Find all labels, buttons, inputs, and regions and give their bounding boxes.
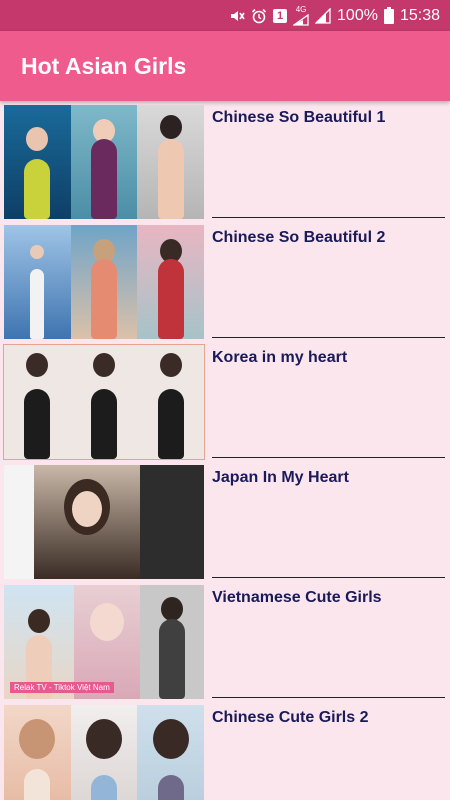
thumbnail-image[interactable] xyxy=(4,705,204,800)
thumbnail-image[interactable] xyxy=(4,465,204,579)
item-title[interactable]: Japan In My Heart xyxy=(212,469,349,487)
thumbnail-caption: Relak TV - Tiktok Việt Nam xyxy=(10,682,114,693)
thumbnail-image[interactable]: Relak TV - Tiktok Việt Nam xyxy=(4,585,204,699)
battery-icon xyxy=(383,7,394,24)
sim-icon: 1 xyxy=(273,8,288,23)
divider xyxy=(212,577,445,578)
list-item[interactable]: Chinese So Beautiful 2 xyxy=(0,223,450,343)
network-type-label: 4G xyxy=(295,4,307,14)
signal-icon xyxy=(315,7,331,24)
divider xyxy=(212,337,445,338)
signal-icon: 4G xyxy=(293,4,309,26)
thumbnail-image[interactable] xyxy=(4,225,204,339)
item-title[interactable]: Korea in my heart xyxy=(212,349,347,367)
divider xyxy=(212,217,445,218)
list-item[interactable]: Korea in my heart xyxy=(0,343,450,463)
battery-percentage: 100% xyxy=(337,6,378,24)
thumbnail-image[interactable] xyxy=(4,105,204,219)
list-item[interactable]: Japan In My Heart xyxy=(0,463,450,583)
list-item[interactable]: Chinese Cute Girls 2 xyxy=(0,703,450,800)
clock: 15:38 xyxy=(399,6,440,24)
alarm-icon xyxy=(251,8,267,24)
list-item[interactable]: Relak TV - Tiktok Việt Nam Vietnamese Cu… xyxy=(0,583,450,703)
item-title[interactable]: Chinese So Beautiful 2 xyxy=(212,229,385,247)
item-title[interactable]: Chinese Cute Girls 2 xyxy=(212,709,369,727)
divider xyxy=(212,457,445,458)
list-item[interactable]: Chinese So Beautiful 1 xyxy=(0,103,450,223)
divider xyxy=(212,697,445,698)
status-bar: 1 4G 100% 15:38 xyxy=(0,0,450,31)
app-bar: Hot Asian Girls xyxy=(0,31,450,101)
album-list[interactable]: Chinese So Beautiful 1 Chinese So Beauti… xyxy=(0,101,450,800)
mute-icon xyxy=(229,8,245,24)
app-title: Hot Asian Girls xyxy=(21,52,187,79)
item-title[interactable]: Vietnamese Cute Girls xyxy=(212,589,382,607)
item-title[interactable]: Chinese So Beautiful 1 xyxy=(212,109,385,127)
thumbnail-image[interactable] xyxy=(3,344,205,460)
